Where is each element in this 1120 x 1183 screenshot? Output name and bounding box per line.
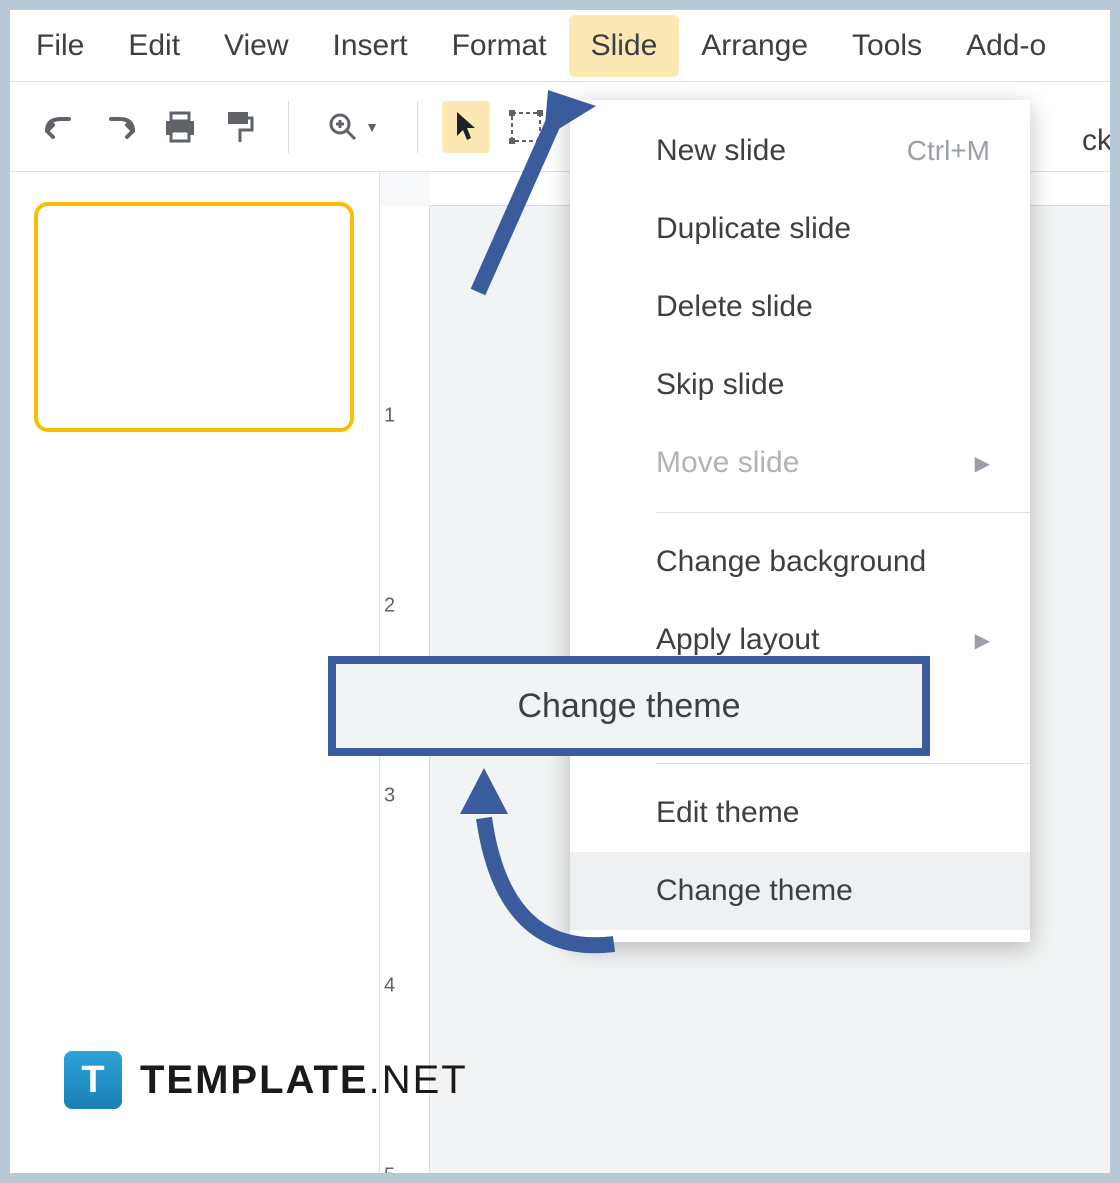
menu-item-label: Edit theme xyxy=(656,796,799,830)
paint-format-button[interactable] xyxy=(216,101,264,153)
ruler-label: 2 xyxy=(384,595,395,618)
menu-item-delete-slide[interactable]: Delete slide xyxy=(570,268,1030,346)
callout-text: Change theme xyxy=(517,687,740,726)
menu-file[interactable]: File xyxy=(14,15,106,77)
watermark-brand: TEMPLATE xyxy=(140,1058,369,1102)
watermark: T TEMPLATE.NET xyxy=(64,1051,468,1109)
menu-insert[interactable]: Insert xyxy=(311,15,430,77)
ruler-label: 5 xyxy=(384,1165,395,1174)
redo-button[interactable] xyxy=(96,101,144,153)
menu-item-move-slide: Move slide ▶ xyxy=(570,424,1030,502)
menu-separator xyxy=(656,763,1030,764)
toolbar-separator xyxy=(288,101,289,153)
app-frame: File Edit View Insert Format Slide Arran… xyxy=(10,10,1110,1173)
menu-item-label: Move slide xyxy=(656,446,799,480)
menu-addons[interactable]: Add-o xyxy=(944,15,1068,77)
submenu-arrow-icon: ▶ xyxy=(975,628,990,653)
menu-separator xyxy=(656,512,1030,513)
menu-tools[interactable]: Tools xyxy=(830,15,944,77)
print-button[interactable] xyxy=(156,101,204,153)
menu-item-label: New slide xyxy=(656,134,786,168)
background-button-cutoff: ck xyxy=(1082,124,1110,158)
menu-item-label: Apply layout xyxy=(656,623,819,657)
menu-item-skip-slide[interactable]: Skip slide xyxy=(570,346,1030,424)
watermark-logo-icon: T xyxy=(64,1051,122,1109)
menu-slide[interactable]: Slide xyxy=(569,15,680,77)
ruler-label: 1 xyxy=(384,405,395,428)
menu-arrange[interactable]: Arrange xyxy=(679,15,830,77)
ruler-label: 3 xyxy=(384,785,395,808)
toolbar-separator xyxy=(417,101,418,153)
slide-thumbnail[interactable] xyxy=(34,202,354,432)
slide-panel xyxy=(10,172,380,1173)
menubar: File Edit View Insert Format Slide Arran… xyxy=(10,10,1110,82)
zoom-caret-icon: ▼ xyxy=(365,119,379,135)
menu-item-duplicate-slide[interactable]: Duplicate slide xyxy=(570,190,1030,268)
menu-item-label: Skip slide xyxy=(656,368,784,402)
menu-item-label: Change theme xyxy=(656,874,853,908)
watermark-suffix: .NET xyxy=(369,1058,468,1102)
annotation-arrow-to-slide-menu xyxy=(448,82,608,307)
menu-format[interactable]: Format xyxy=(430,15,569,77)
menu-edit[interactable]: Edit xyxy=(106,15,202,77)
submenu-arrow-icon: ▶ xyxy=(975,451,990,476)
annotation-arrow-to-change-theme xyxy=(434,758,654,983)
ruler-label: 4 xyxy=(384,975,395,998)
menu-item-change-background[interactable]: Change background xyxy=(570,523,1030,601)
menu-view[interactable]: View xyxy=(202,15,310,77)
menu-shortcut: Ctrl+M xyxy=(907,135,990,167)
watermark-text: TEMPLATE.NET xyxy=(140,1058,468,1103)
menu-item-label: Change background xyxy=(656,545,926,579)
zoom-button[interactable]: ▼ xyxy=(313,101,393,153)
callout-change-theme: Change theme xyxy=(328,656,930,756)
menu-item-new-slide[interactable]: New slide Ctrl+M xyxy=(570,112,1030,190)
undo-button[interactable] xyxy=(36,101,84,153)
menu-item-label: Delete slide xyxy=(656,290,813,324)
menu-item-label: Duplicate slide xyxy=(656,212,851,246)
